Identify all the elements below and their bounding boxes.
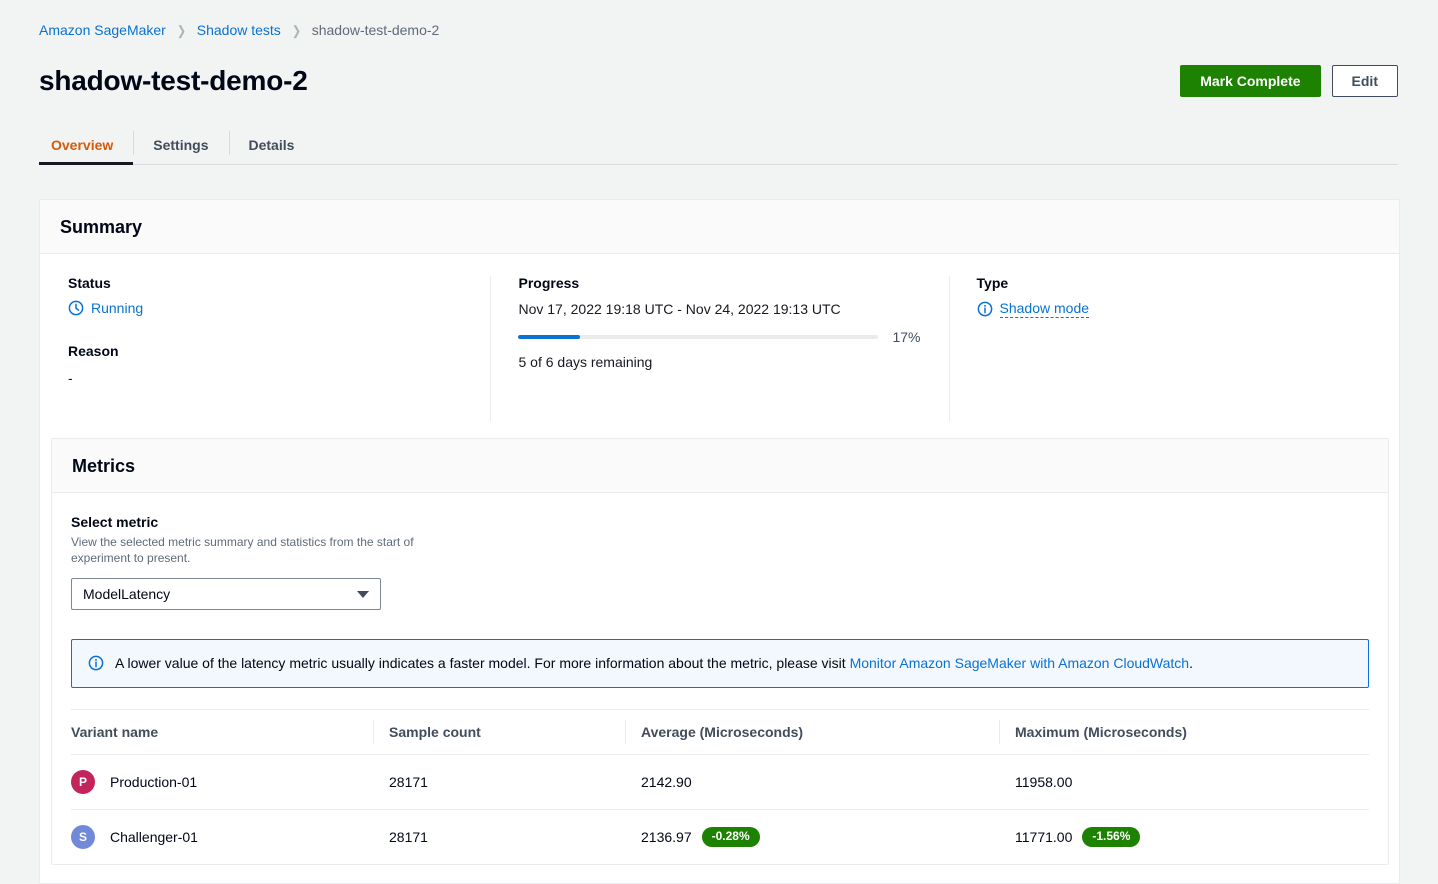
clock-icon	[68, 300, 84, 316]
select-metric-value: ModelLatency	[83, 586, 170, 602]
metrics-table-body: P Production-01 28171 2142.90	[71, 755, 1369, 865]
progress-bar-track	[518, 335, 878, 339]
average-value: 2136.97	[641, 829, 692, 845]
latency-info-alert: A lower value of the latency metric usua…	[71, 639, 1369, 688]
alert-text-after: .	[1189, 655, 1193, 671]
cell-average: 2136.97 -0.28%	[641, 810, 1015, 865]
cell-variant-name: P Production-01	[71, 755, 389, 810]
maximum-value-group: 11771.00 -1.56%	[1015, 827, 1369, 847]
cell-sample-count: 28171	[389, 810, 641, 865]
maximum-value-group: 11958.00	[1015, 774, 1369, 790]
average-value: 2142.90	[641, 774, 692, 790]
page-header: shadow-test-demo-2 Mark Complete Edit	[0, 57, 1438, 105]
edit-button[interactable]: Edit	[1332, 65, 1398, 97]
tab-settings[interactable]: Settings	[133, 125, 228, 164]
breadcrumb-separator-icon: ❯	[177, 24, 186, 37]
summary-heading: Summary	[60, 216, 1379, 238]
overview-panel: Summary Status Running Reason -	[39, 199, 1400, 884]
table-row: P Production-01 28171 2142.90	[71, 755, 1369, 810]
progress-percent: 17%	[892, 329, 920, 345]
tab-details[interactable]: Details	[229, 125, 315, 164]
select-metric-label: Select metric	[71, 513, 1369, 531]
avatar: P	[71, 770, 95, 794]
metrics-table-head: Variant name Sample count Average (Micro…	[71, 710, 1369, 755]
summary-column-status: Status Running Reason -	[40, 274, 490, 423]
breadcrumb: Amazon SageMaker ❯ Shadow tests ❯ shadow…	[0, 0, 1438, 39]
header-actions: Mark Complete Edit	[1180, 65, 1398, 97]
progress-remaining-text: 5 of 6 days remaining	[518, 354, 920, 370]
column-header-maximum: Maximum (Microseconds)	[1015, 710, 1369, 755]
progress-label: Progress	[518, 274, 920, 292]
avatar: S	[71, 825, 95, 849]
type-label: Type	[977, 274, 1371, 292]
cell-maximum: 11771.00 -1.56%	[1015, 810, 1369, 865]
shadow-mode-info-link[interactable]: Shadow mode	[977, 300, 1090, 318]
cloudwatch-doc-link[interactable]: Monitor Amazon SageMaker with Amazon Clo…	[850, 655, 1190, 671]
maximum-value: 11958.00	[1015, 774, 1072, 790]
summary-column-type: Type Shadow mode	[949, 274, 1399, 423]
status-label: Status	[68, 274, 462, 292]
shadow-mode-label: Shadow mode	[1000, 300, 1090, 318]
reason-value: -	[68, 368, 462, 388]
cell-maximum: 11958.00	[1015, 755, 1369, 810]
progress-date-range: Nov 17, 2022 19:18 UTC - Nov 24, 2022 19…	[518, 300, 920, 318]
cell-average: 2142.90	[641, 755, 1015, 810]
alert-text: A lower value of the latency metric usua…	[115, 653, 1193, 673]
status-value: Running	[91, 300, 143, 316]
cell-variant-name: S Challenger-01	[71, 810, 389, 865]
info-icon	[977, 301, 993, 317]
status-badge: Running	[68, 300, 462, 316]
reason-label: Reason	[68, 342, 462, 360]
select-metric-description: View the selected metric summary and sta…	[71, 534, 431, 566]
variant-name-text: Production-01	[110, 774, 197, 790]
status-field: Status Running	[68, 274, 462, 316]
progress-bar-fill	[518, 335, 579, 339]
table-header-row: Variant name Sample count Average (Micro…	[71, 710, 1369, 755]
column-header-variant-name: Variant name	[71, 710, 389, 755]
metrics-table: Variant name Sample count Average (Micro…	[71, 709, 1369, 864]
maximum-delta-badge: -1.56%	[1082, 827, 1140, 847]
tabs-container: Overview Settings Details	[0, 125, 1438, 165]
page-title: shadow-test-demo-2	[39, 63, 308, 99]
summary-body: Status Running Reason - Progress Nov 17,…	[40, 254, 1399, 423]
info-icon	[88, 655, 104, 671]
summary-card-header: Summary	[40, 200, 1399, 254]
column-header-sample-count: Sample count	[389, 710, 641, 755]
alert-text-before: A lower value of the latency metric usua…	[115, 655, 850, 671]
maximum-value: 11771.00	[1015, 829, 1072, 845]
select-metric-dropdown[interactable]: ModelLatency	[71, 578, 381, 610]
summary-column-progress: Progress Nov 17, 2022 19:18 UTC - Nov 24…	[490, 274, 948, 423]
metrics-heading: Metrics	[72, 455, 1368, 477]
average-delta-badge: -0.28%	[702, 827, 760, 847]
chevron-down-icon	[357, 591, 369, 598]
average-value-group: 2136.97 -0.28%	[641, 827, 1015, 847]
mark-complete-button[interactable]: Mark Complete	[1180, 65, 1320, 97]
cell-sample-count: 28171	[389, 755, 641, 810]
table-row: S Challenger-01 28171 2136.97 -0.28%	[71, 810, 1369, 865]
breadcrumb-item-amazon-sagemaker[interactable]: Amazon SageMaker	[39, 21, 166, 39]
progress-bar-row: 17%	[518, 329, 920, 345]
metrics-body: Select metric View the selected metric s…	[52, 493, 1388, 864]
breadcrumb-separator-icon: ❯	[292, 24, 301, 37]
variant-name-text: Challenger-01	[110, 829, 198, 845]
breadcrumb-item-current: shadow-test-demo-2	[312, 21, 440, 39]
breadcrumb-item-shadow-tests[interactable]: Shadow tests	[197, 21, 281, 39]
column-header-average: Average (Microseconds)	[641, 710, 1015, 755]
metrics-card-header: Metrics	[52, 439, 1388, 493]
tab-list: Overview Settings Details	[39, 125, 1398, 165]
variant-cell: S Challenger-01	[71, 825, 389, 849]
reason-field: Reason -	[68, 342, 462, 388]
metrics-panel: Metrics Select metric View the selected …	[51, 438, 1389, 865]
tab-overview[interactable]: Overview	[39, 125, 133, 164]
variant-cell: P Production-01	[71, 770, 389, 794]
average-value-group: 2142.90	[641, 774, 1015, 790]
